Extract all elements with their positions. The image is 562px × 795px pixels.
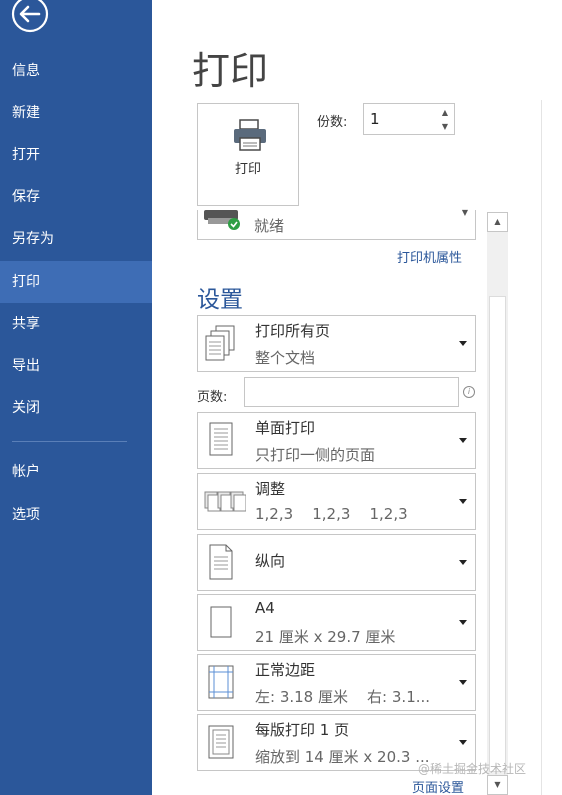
spin-down-icon[interactable]: ▼ [439, 121, 451, 133]
collate-icon [204, 491, 246, 512]
scroll-down-icon[interactable]: ▼ [487, 775, 508, 795]
printer-icon [234, 119, 266, 151]
printer-properties-link[interactable]: 打印机属性 [397, 247, 462, 266]
print-range-dropdown[interactable]: 打印所有页 整个文档 [197, 315, 476, 372]
option-main-text: 正常边距 [255, 661, 316, 679]
single-side-icon [209, 422, 233, 456]
copies-stepper[interactable]: 1 ▲ ▼ [363, 103, 455, 135]
nav-export[interactable]: 导出 [0, 345, 152, 387]
watermark: @稀土掘金技术社区 [418, 762, 527, 776]
option-sub-text: 21 厘米 x 29.7 厘米 [255, 628, 396, 646]
nav-divider [12, 441, 127, 442]
spin-up-icon[interactable]: ▲ [439, 107, 451, 119]
page-title: 打印 [192, 49, 269, 93]
option-sub-text: 整个文档 [255, 349, 316, 367]
nav-close[interactable]: 关闭 [0, 387, 152, 429]
page-setup-link[interactable]: 页面设置 [412, 777, 464, 795]
chevron-down-icon [459, 341, 467, 346]
nav-print[interactable]: 打印 [0, 261, 152, 303]
option-sub-text: 左: 3.18 厘米 右: 3.1... [255, 688, 431, 706]
nav-save-as[interactable]: 另存为 [0, 218, 152, 260]
pages-stack-icon [205, 325, 235, 361]
print-button[interactable]: 打印 [197, 103, 299, 206]
option-sub-text: 缩放到 14 厘米 x 20.3 ... [255, 748, 430, 766]
margins-icon [208, 665, 234, 699]
paper-size-dropdown[interactable]: A4 21 厘米 x 29.7 厘米 [197, 594, 476, 651]
copies-value: 1 [370, 110, 380, 128]
printer-ready-icon [204, 210, 240, 230]
preview-divider [541, 100, 542, 795]
print-button-label: 打印 [234, 162, 261, 177]
chevron-down-icon [459, 438, 467, 443]
settings-heading: 设置 [197, 287, 243, 313]
nav-info[interactable]: 信息 [0, 50, 152, 92]
pages-input[interactable] [244, 377, 459, 407]
back-arrow-icon[interactable] [10, 0, 50, 34]
scroll-thumb[interactable] [489, 296, 506, 772]
nav-open[interactable]: 打开 [0, 134, 152, 176]
nav-share[interactable]: 共享 [0, 303, 152, 345]
nav-account[interactable]: 帐户 [0, 451, 152, 493]
settings-scrollbar[interactable]: ▲ ▼ [487, 212, 508, 795]
option-main-text: 调整 [255, 480, 286, 498]
option-main-text: 打印所有页 [255, 322, 331, 340]
chevron-down-icon [459, 740, 467, 745]
orientation-dropdown[interactable]: 纵向 [197, 534, 476, 591]
option-main-text: 纵向 [255, 552, 286, 570]
chevron-down-icon [459, 620, 467, 625]
printer-dropdown[interactable]: 就绪 ▼ [197, 208, 476, 240]
option-main-text: 每版打印 1 页 [255, 721, 350, 739]
nav-options[interactable]: 选项 [0, 494, 152, 536]
printer-status: 就绪 [254, 217, 285, 235]
chevron-down-icon: ▼ [461, 208, 468, 217]
option-sub-text: 1,2,3 1,2,3 1,2,3 [255, 505, 408, 523]
margins-dropdown[interactable]: 正常边距 左: 3.18 厘米 右: 3.1... [197, 654, 476, 711]
nav-new[interactable]: 新建 [0, 92, 152, 134]
info-icon[interactable]: i [463, 386, 475, 398]
backstage-sidebar: 信息 新建 打开 保存 另存为 打印 共享 导出 关闭 帐户 选项 [0, 0, 152, 795]
chevron-down-icon [459, 499, 467, 504]
duplex-dropdown[interactable]: 单面打印 只打印一侧的页面 [197, 412, 476, 469]
chevron-down-icon [459, 680, 467, 685]
pages-label: 页数: [197, 390, 228, 405]
chevron-down-icon [459, 560, 467, 565]
option-main-text: 单面打印 [255, 419, 316, 437]
portrait-icon [209, 544, 233, 580]
option-sub-text: 只打印一侧的页面 [255, 446, 376, 464]
copies-label: 份数: [317, 115, 348, 130]
collate-dropdown[interactable]: 调整 1,2,3 1,2,3 1,2,3 [197, 473, 476, 530]
paper-size-icon [210, 606, 232, 638]
pages-per-sheet-icon [208, 725, 234, 759]
nav-save[interactable]: 保存 [0, 176, 152, 218]
option-main-text: A4 [255, 599, 275, 617]
scroll-up-icon[interactable]: ▲ [487, 212, 508, 232]
